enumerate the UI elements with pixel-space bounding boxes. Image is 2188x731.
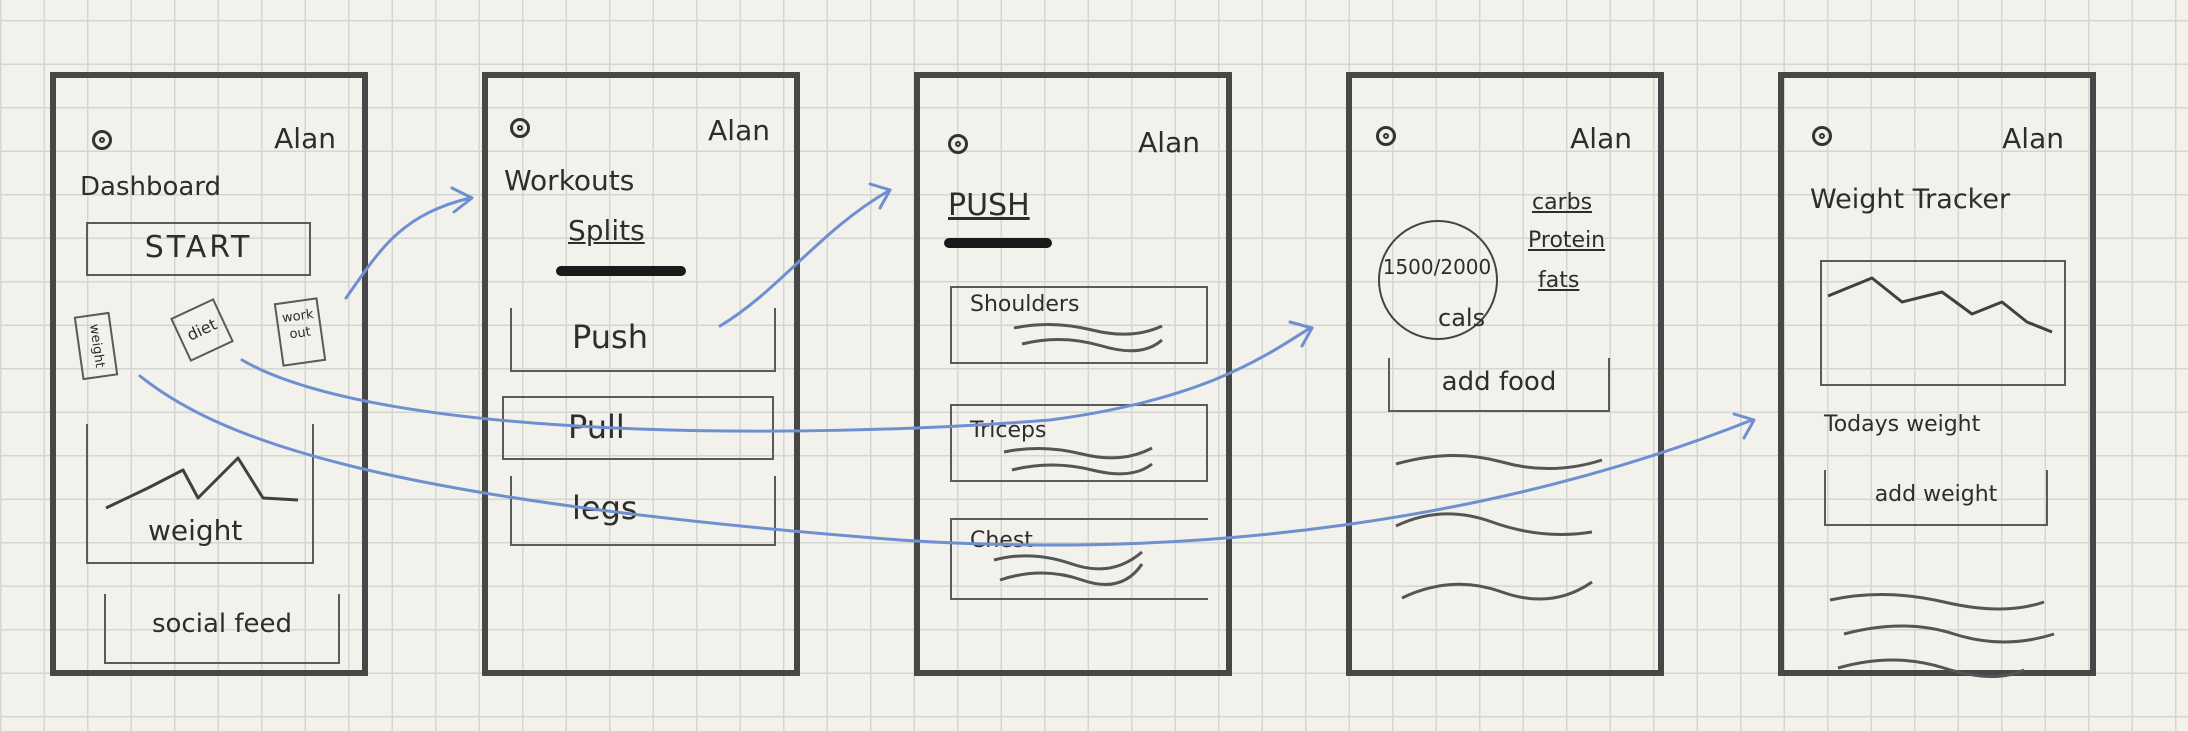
- user-name[interactable]: Alan: [1138, 126, 1200, 159]
- exercise-label: Shoulders: [970, 292, 1080, 317]
- macro-protein[interactable]: Protein: [1528, 228, 1605, 253]
- user-name[interactable]: Alan: [1570, 122, 1632, 155]
- split-legs[interactable]: legs: [510, 476, 776, 546]
- start-button[interactable]: START: [86, 222, 311, 276]
- chart-line: [1827, 276, 2053, 334]
- page-title: Weight Tracker: [1810, 184, 2011, 215]
- page-title: Workouts: [504, 164, 635, 197]
- phone-push: Alan PUSH Shoulders Triceps Chest: [914, 72, 1232, 676]
- avatar-icon[interactable]: [92, 130, 112, 150]
- add-food-button[interactable]: add food: [1388, 358, 1610, 412]
- user-name[interactable]: Alan: [2002, 122, 2064, 155]
- diet-tile[interactable]: diet: [170, 298, 234, 362]
- avatar-icon[interactable]: [510, 118, 530, 138]
- exercise-shoulders[interactable]: Shoulders: [950, 286, 1208, 364]
- phone-weight: Alan Weight Tracker Todays weight add we…: [1778, 72, 2096, 678]
- splits-subtitle: Splits: [568, 214, 645, 247]
- calories-unit: cals: [1438, 304, 1486, 332]
- user-name[interactable]: Alan: [708, 114, 770, 147]
- weight-chart[interactable]: [1820, 260, 2066, 386]
- weight-history-lines: [1829, 592, 2055, 678]
- workout-tile[interactable]: work out: [273, 297, 327, 367]
- avatar-icon[interactable]: [1376, 126, 1396, 146]
- weight-tile[interactable]: weight: [73, 311, 119, 381]
- exercise-triceps[interactable]: Triceps: [950, 404, 1208, 482]
- add-weight-button[interactable]: add weight: [1824, 470, 2048, 526]
- avatar-icon[interactable]: [948, 134, 968, 154]
- scribble-lines: [1013, 322, 1164, 353]
- user-name[interactable]: Alan: [274, 122, 336, 155]
- exercise-chest[interactable]: Chest: [950, 518, 1208, 600]
- macro-carbs[interactable]: carbs: [1532, 190, 1592, 215]
- page-title: PUSH: [948, 188, 1030, 223]
- title-underline: [944, 238, 1052, 248]
- phone-diet: Alan 1500/2000 cals carbs Protein fats a…: [1346, 72, 1664, 676]
- split-push[interactable]: Push: [510, 308, 776, 372]
- todays-weight-label: Todays weight: [1824, 412, 1981, 437]
- exercise-label: Triceps: [970, 418, 1047, 443]
- splits-underline: [556, 266, 686, 276]
- split-pull[interactable]: Pull: [502, 396, 774, 460]
- phone-workouts: Alan Workouts Splits Push Pull legs: [482, 72, 800, 676]
- avatar-icon[interactable]: [1812, 126, 1832, 146]
- scribble-lines: [1003, 446, 1153, 476]
- calories-value: 1500/2000: [1382, 255, 1492, 279]
- weight-chart-label: weight: [148, 514, 243, 547]
- weight-chart-card[interactable]: weight: [86, 424, 314, 564]
- page-title: Dashboard: [80, 172, 222, 202]
- food-list-lines: [1395, 453, 1603, 601]
- scribble-lines: [993, 550, 1144, 586]
- phone-dashboard: Alan Dashboard START weight diet work ou…: [50, 72, 368, 676]
- social-feed-button[interactable]: social feed: [104, 594, 340, 664]
- macro-fats[interactable]: fats: [1538, 268, 1579, 293]
